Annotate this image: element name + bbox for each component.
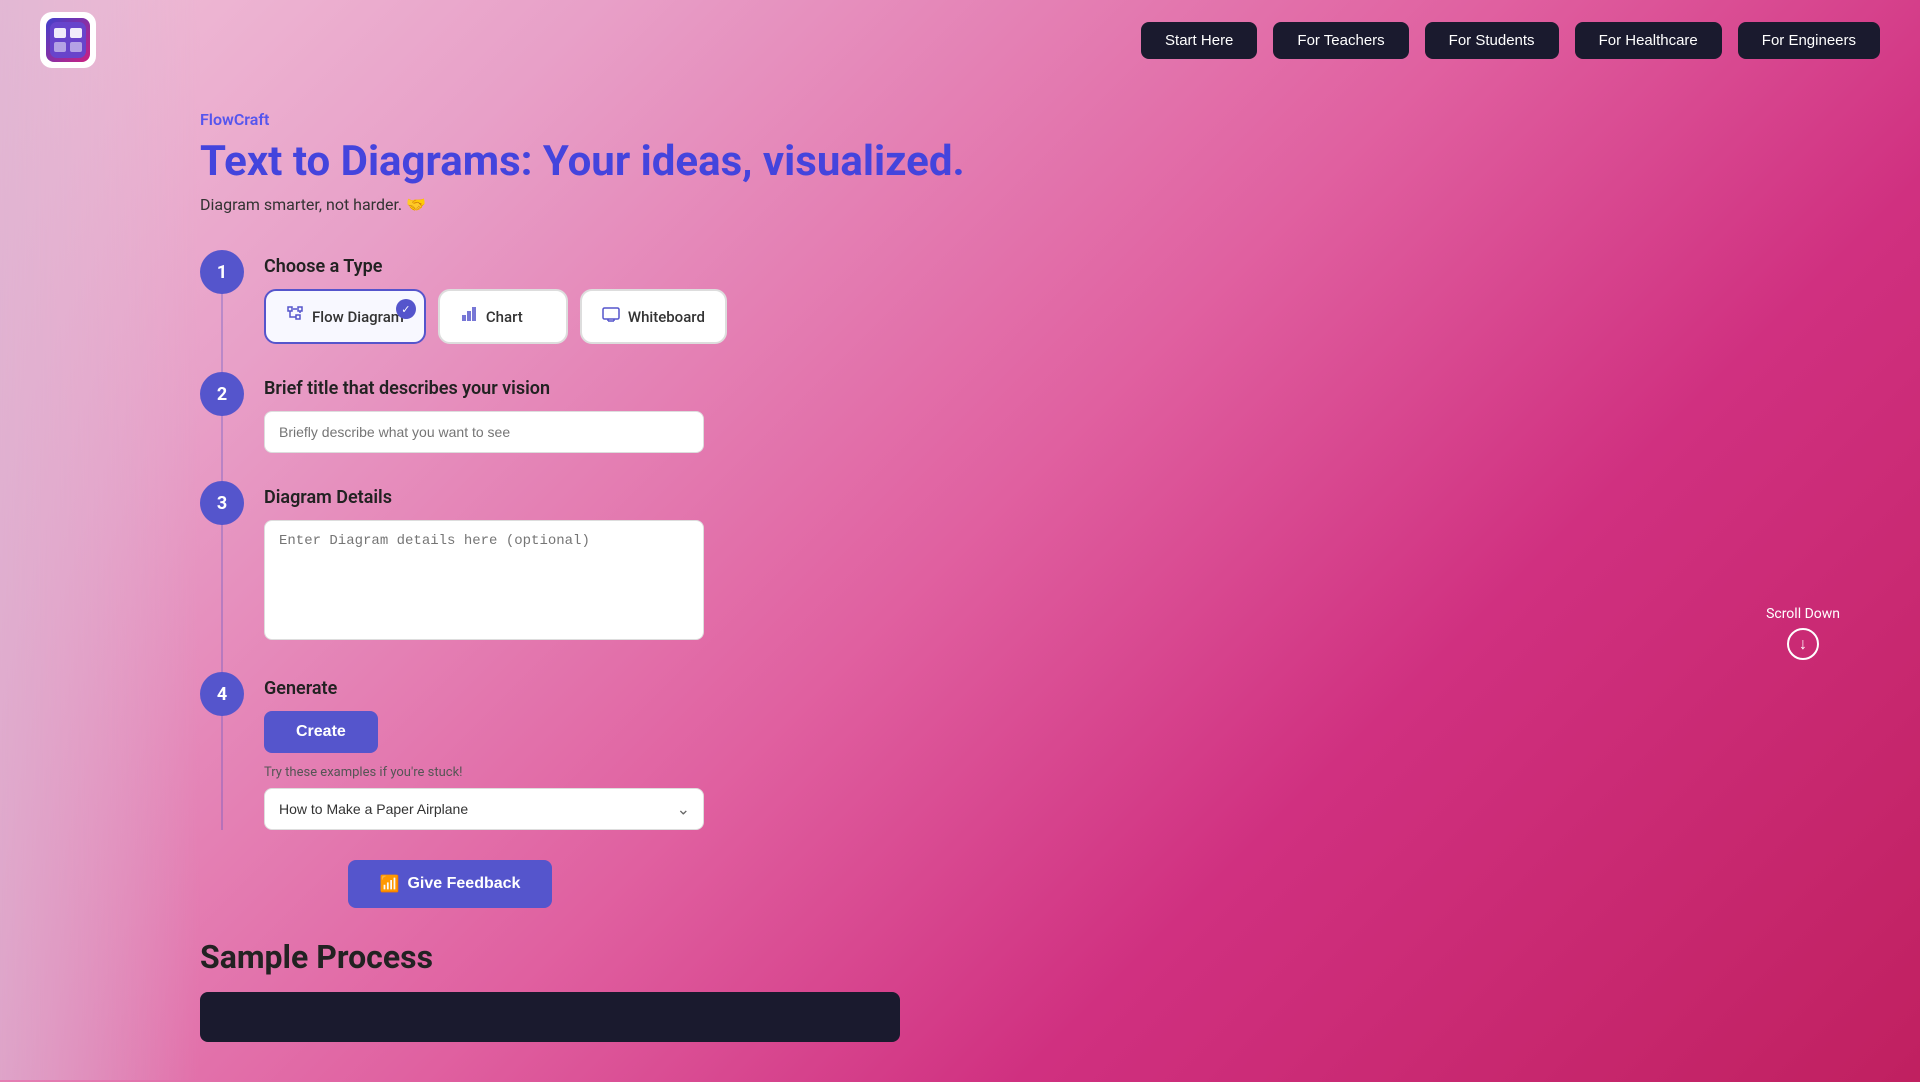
examples-select-wrapper: How to Make a Paper Airplane Software De…: [264, 788, 704, 830]
for-engineers-button[interactable]: For Engineers: [1738, 22, 1880, 59]
step-1-title: Choose a Type: [264, 256, 800, 277]
scroll-down-label: Scroll Down: [1766, 606, 1840, 622]
step-2-content: Brief title that describes your vision: [264, 372, 800, 453]
for-teachers-button[interactable]: For Teachers: [1273, 22, 1408, 59]
nav: Start Here For Teachers For Students For…: [1141, 22, 1880, 59]
feedback-label: Give Feedback: [407, 875, 520, 893]
chart-label: Chart: [486, 308, 523, 326]
feedback-icon: 📶: [380, 874, 400, 894]
type-card-chart[interactable]: Chart: [438, 289, 568, 344]
chart-icon: [460, 305, 478, 328]
step-2-number: 2: [200, 372, 244, 416]
step-1: 1 Choose a Type: [200, 250, 800, 344]
create-button[interactable]: Create: [264, 711, 378, 753]
scroll-down-arrow: ↓: [1787, 628, 1819, 660]
type-card-whiteboard[interactable]: Whiteboard: [580, 289, 727, 344]
flow-diagram-icon: [286, 305, 304, 328]
examples-select[interactable]: How to Make a Paper Airplane Software De…: [264, 788, 704, 830]
diagram-details-textarea[interactable]: [264, 520, 704, 640]
feedback-button[interactable]: 📶 Give Feedback: [348, 860, 553, 908]
step-3-number: 3: [200, 481, 244, 525]
whiteboard-label: Whiteboard: [628, 308, 705, 326]
for-students-button[interactable]: For Students: [1425, 22, 1559, 59]
sample-title: Sample Process: [200, 938, 1720, 976]
step-4: 4 Generate Create Try these examples if …: [200, 672, 800, 830]
whiteboard-icon: [602, 305, 620, 328]
step-4-title: Generate: [264, 678, 800, 699]
type-card-flow-diagram[interactable]: Flow Diagram ✓: [264, 289, 426, 344]
logo[interactable]: [40, 12, 96, 68]
logo-icon: [46, 18, 90, 62]
step-2: 2 Brief title that describes your vision: [200, 372, 800, 453]
start-here-button[interactable]: Start Here: [1141, 22, 1257, 59]
hero-subtitle: Diagram smarter, not harder. 🤝: [200, 195, 1720, 214]
steps-container: 1 Choose a Type: [200, 250, 800, 830]
brand-label: FlowCraft: [200, 110, 1720, 129]
selected-check: ✓: [396, 299, 416, 319]
sample-bar: [200, 992, 900, 1042]
step-1-number: 1: [200, 250, 244, 294]
scroll-down-indicator[interactable]: Scroll Down ↓: [1766, 606, 1840, 660]
step-4-content: Generate Create Try these examples if yo…: [264, 672, 800, 830]
step-1-content: Choose a Type: [264, 250, 800, 344]
step-4-number: 4: [200, 672, 244, 716]
examples-label: Try these examples if you're stuck!: [264, 765, 800, 780]
hero-title: Text to Diagrams: Your ideas, visualized…: [200, 137, 1720, 187]
step-2-title: Brief title that describes your vision: [264, 378, 800, 399]
step-3: 3 Diagram Details: [200, 481, 800, 644]
step-3-title: Diagram Details: [264, 487, 800, 508]
feedback-section: 📶 Give Feedback: [200, 860, 700, 908]
type-cards: Flow Diagram ✓ Chart: [264, 289, 800, 344]
vision-title-input[interactable]: [264, 411, 704, 453]
header: Start Here For Teachers For Students For…: [0, 0, 1920, 80]
sample-section: Sample Process: [200, 938, 1720, 1042]
for-healthcare-button[interactable]: For Healthcare: [1575, 22, 1722, 59]
flow-diagram-label: Flow Diagram: [312, 308, 404, 326]
main-content: FlowCraft Text to Diagrams: Your ideas, …: [0, 80, 1920, 1082]
step-3-content: Diagram Details: [264, 481, 800, 644]
